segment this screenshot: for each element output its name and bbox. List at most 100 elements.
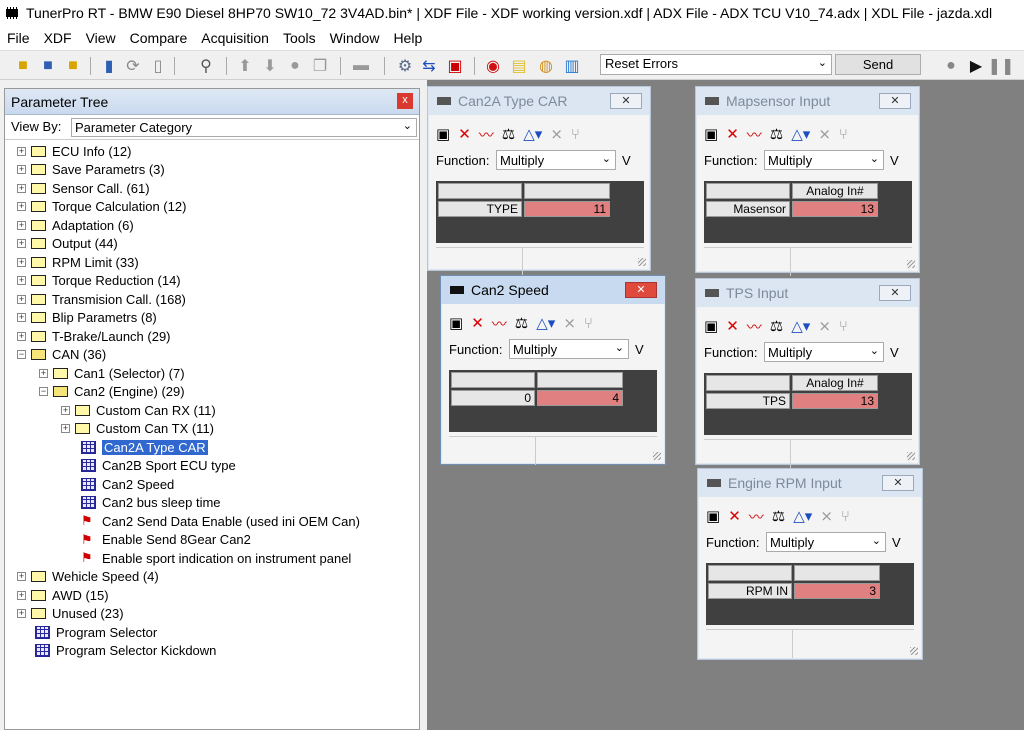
chip-tool-icon[interactable]: ▬	[350, 55, 372, 77]
expand-icon[interactable]: +	[17, 572, 26, 581]
cancel-icon[interactable]: ✕	[726, 317, 739, 335]
x-axis-icon[interactable]: ⨯	[818, 125, 831, 143]
tree-node[interactable]: + RPM Limit (33)	[17, 253, 139, 271]
pause-icon[interactable]: ❚❚	[988, 55, 1015, 77]
close-button[interactable]: ✕	[625, 282, 657, 298]
close-button[interactable]: ✕	[879, 93, 911, 109]
cancel-icon[interactable]: ✕	[728, 507, 741, 525]
tree-node[interactable]: + ECU Info (12)	[17, 142, 131, 160]
tree-node[interactable]: + Wehicle Speed (4)	[17, 568, 159, 586]
x-axis-icon[interactable]: ⨯	[550, 125, 563, 143]
adjust-icon[interactable]: △▾	[791, 125, 810, 143]
resize-grip-icon[interactable]	[638, 258, 646, 266]
window-titlebar[interactable]: Engine RPM Input ✕	[698, 469, 922, 497]
tree-node[interactable]: + Adaptation (6)	[17, 216, 134, 234]
tree-node[interactable]: + Sensor Call. (61)	[17, 179, 150, 197]
send-button[interactable]: Send	[835, 54, 921, 75]
tree-node[interactable]: + Can1 (Selector) (7)	[39, 364, 185, 382]
tree-item[interactable]: Can2 bus sleep time	[81, 494, 221, 512]
expand-icon[interactable]: +	[17, 294, 26, 304]
save-icon[interactable]: ▣	[704, 125, 718, 143]
expand-icon[interactable]: +	[17, 165, 26, 174]
tree-node[interactable]: + AWD (15)	[17, 586, 109, 604]
refresh-icon[interactable]: ⟳	[122, 55, 144, 77]
expand-icon[interactable]: +	[17, 146, 26, 156]
resize-grip-icon[interactable]	[653, 452, 661, 460]
tree-node[interactable]: − Can2 (Engine) (29)	[39, 383, 185, 401]
resize-grip-icon[interactable]	[907, 452, 915, 460]
tree-item[interactable]: Can2B Sport ECU type	[81, 457, 236, 475]
stop-icon[interactable]: ●	[284, 55, 306, 77]
close-icon[interactable]: x	[397, 93, 413, 109]
param-window-tps[interactable]: TPS Input ✕ ▣ ✕ 〰 ⚖ △▾ ⨯ ⑂ Function: Mul…	[695, 278, 920, 468]
document-icon[interactable]: ▯	[147, 55, 169, 77]
menu-acquisition[interactable]: Acquisition	[194, 30, 276, 46]
save-icon[interactable]: ▣	[436, 125, 450, 143]
adjust-icon[interactable]: △▾	[793, 507, 812, 525]
tree-item-selected[interactable]: Can2A Type CAR	[81, 438, 208, 456]
resize-grip-icon[interactable]	[910, 647, 918, 655]
value-cell[interactable]: 13	[792, 201, 878, 217]
collapse-icon[interactable]: −	[17, 350, 26, 359]
window-titlebar[interactable]: Can2 Speed ✕	[441, 276, 665, 304]
graph-icon[interactable]: 〰	[479, 124, 494, 145]
tree-node[interactable]: + Custom Can RX (11)	[61, 401, 216, 419]
tree-item[interactable]: Program Selector Kickdown	[35, 642, 216, 660]
expand-icon[interactable]: +	[17, 609, 26, 618]
collapse-icon[interactable]: −	[39, 387, 48, 396]
y-axis-icon[interactable]: ⑂	[839, 318, 848, 335]
y-axis-icon[interactable]: ⑂	[571, 126, 580, 143]
close-button[interactable]: ✕	[882, 475, 914, 491]
expand-icon[interactable]: +	[17, 331, 26, 341]
close-button[interactable]: ✕	[610, 93, 642, 109]
open-folder-icon[interactable]: ■	[12, 55, 34, 77]
copy-icon[interactable]: ❐	[309, 55, 331, 77]
gear-icon[interactable]: ⚙	[394, 55, 416, 77]
tree-node[interactable]: + Custom Can TX (11)	[61, 420, 214, 438]
compare-icon[interactable]: ⚖	[502, 125, 515, 143]
cancel-icon[interactable]: ✕	[458, 125, 471, 143]
adjust-icon[interactable]: △▾	[536, 314, 555, 332]
function-dropdown[interactable]: Multiply ⌄	[764, 150, 884, 170]
tree-item[interactable]: ⚑ Enable Send 8Gear Can2	[81, 531, 251, 549]
tree-node[interactable]: − CAN (36)	[17, 346, 106, 364]
expand-icon[interactable]: +	[17, 313, 26, 322]
view-by-dropdown[interactable]: Parameter Category ⌄	[71, 118, 417, 137]
arrow-up-icon[interactable]: ⬆	[234, 55, 256, 77]
tree-node[interactable]: + Transmision Call. (168)	[17, 290, 186, 308]
x-axis-icon[interactable]: ⨯	[818, 317, 831, 335]
expand-icon[interactable]: +	[61, 424, 70, 433]
save-icon[interactable]: ▣	[449, 314, 463, 332]
graph-icon[interactable]: 〰	[747, 124, 762, 145]
param-window-mapsensor[interactable]: Mapsensor Input ✕ ▣ ✕ 〰 ⚖ △▾ ⨯ ⑂ Functio…	[695, 86, 920, 276]
expand-icon[interactable]: +	[17, 590, 26, 600]
expand-icon[interactable]: +	[17, 276, 26, 285]
param-window-can2a[interactable]: Can2A Type CAR ✕ ▣ ✕ 〰 ⚖ △▾ ⨯ ⑂ Function…	[427, 86, 651, 276]
graph-icon[interactable]: 〰	[492, 313, 507, 334]
plug-icon[interactable]: ⚲	[195, 55, 217, 77]
graph-icon[interactable]: 〰	[747, 316, 762, 337]
menu-file[interactable]: File	[0, 30, 37, 46]
tree-node[interactable]: + Output (44)	[17, 235, 118, 253]
tree-node[interactable]: + Blip Parametrs (8)	[17, 309, 157, 327]
x-axis-icon[interactable]: ⨯	[820, 507, 833, 525]
expand-icon[interactable]: +	[17, 239, 26, 248]
value-cell[interactable]: 3	[794, 583, 880, 599]
menu-tools[interactable]: Tools	[276, 30, 323, 46]
save-icon[interactable]: ■	[37, 55, 59, 77]
value-cell[interactable]: 11	[524, 201, 610, 217]
tree-node[interactable]: + Unused (23)	[17, 605, 124, 623]
tree-item[interactable]: ⚑ Can2 Send Data Enable (used ini OEM Can…	[81, 512, 360, 530]
cancel-icon[interactable]: ✕	[471, 314, 484, 332]
chart-icon[interactable]: ▥	[561, 55, 583, 77]
tree-item[interactable]: Can2 Speed	[81, 475, 174, 493]
y-axis-icon[interactable]: ⑂	[584, 315, 593, 332]
cancel-icon[interactable]: ✕	[726, 125, 739, 143]
function-dropdown[interactable]: Multiply ⌄	[509, 339, 629, 359]
param-window-engine-rpm[interactable]: Engine RPM Input ✕ ▣ ✕ 〰 ⚖ △▾ ⨯ ⑂ Functi…	[697, 468, 923, 660]
tree-item[interactable]: ⚑ Enable sport indication on instrument p…	[81, 549, 351, 567]
tree-node[interactable]: + T-Brake/Launch (29)	[17, 327, 171, 345]
expand-icon[interactable]: +	[39, 368, 48, 378]
save-icon[interactable]: ▣	[704, 317, 718, 335]
y-axis-icon[interactable]: ⑂	[841, 508, 850, 525]
